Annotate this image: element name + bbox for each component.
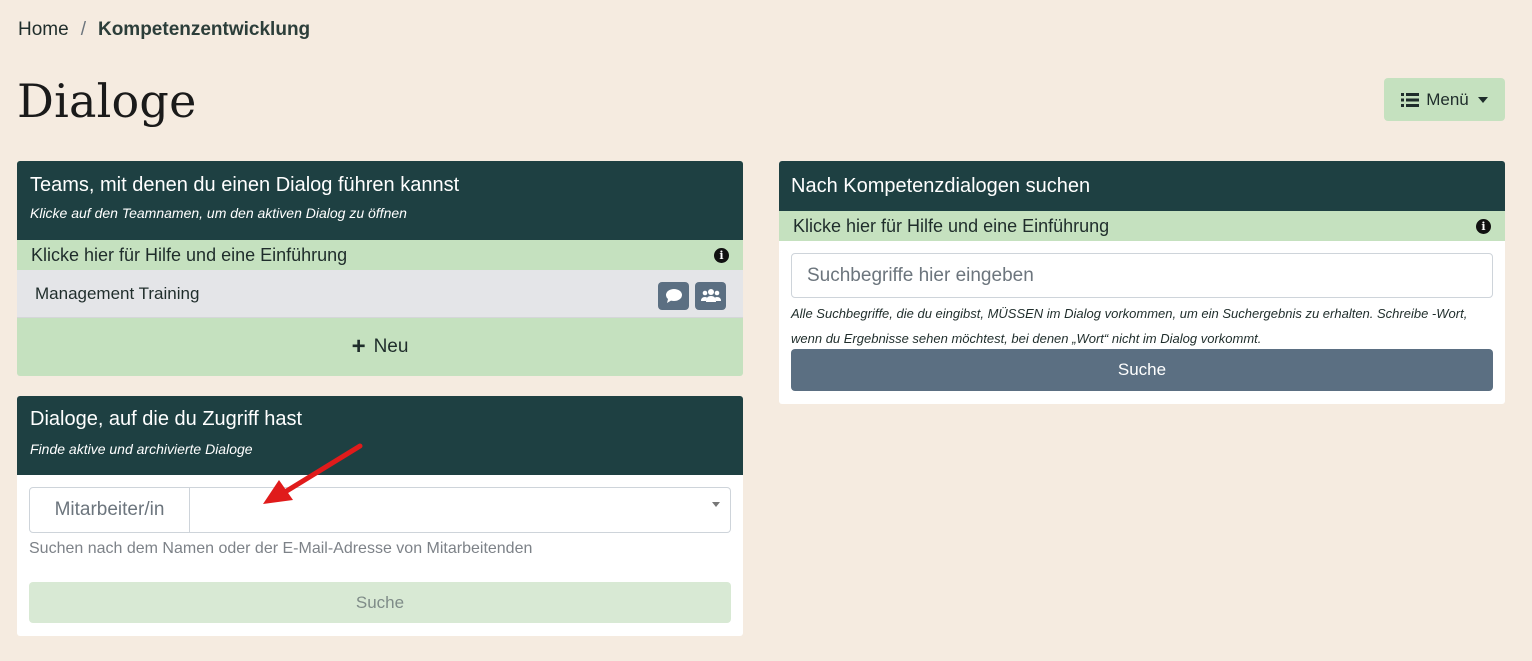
employee-select[interactable] [190,487,731,533]
new-button-label: Neu [373,335,409,357]
access-card: Dialoge, auf die du Zugriff hast Finde a… [17,396,743,636]
access-card-subtitle: Finde aktive und archivierte Dialoge [30,441,253,457]
team-members-button[interactable] [695,281,726,310]
plus-icon: + [351,332,366,360]
list-icon [1401,92,1420,107]
info-icon: i [714,247,729,263]
teams-card-subtitle: Klicke auf den Teamnamen, um den aktiven… [30,205,407,221]
teams-card-header: Teams, mit denen du einen Dialog führen … [17,161,743,240]
page-title: Dialoge [17,74,197,128]
search-button[interactable]: Suche [791,349,1493,391]
chevron-down-icon [712,502,720,507]
team-actions [658,281,726,310]
teams-help-label: Klicke hier für Hilfe und eine Einführun… [31,244,348,265]
chat-icon [665,288,682,303]
employee-input-group: Mitarbeiter/in [29,487,731,533]
search-note: Alle Suchbegriffe, die du eingibst, MÜSS… [791,306,1468,346]
team-row: Management Training [17,270,743,318]
team-icon [700,288,721,302]
page: Home / Kompetenzentwicklung Dialoge Menü… [0,0,1532,661]
breadcrumb-separator: / [80,19,86,40]
caret-down-icon [1477,96,1488,103]
new-team-dialog-button[interactable]: + Neu [17,318,743,375]
employee-search-button[interactable]: Suche [29,582,731,623]
access-card-header: Dialoge, auf die du Zugriff hast Finde a… [17,396,743,475]
teams-card: Teams, mit denen du einen Dialog führen … [17,161,743,376]
open-dialog-button[interactable] [658,281,689,310]
teams-help-toggle[interactable]: Klicke hier für Hilfe und eine Einführun… [17,240,743,270]
breadcrumb: Home / Kompetenzentwicklung [18,19,310,41]
breadcrumb-current: Kompetenzentwicklung [97,19,311,40]
menu-button[interactable]: Menü [1384,78,1505,121]
search-card: Nach Kompetenzdialogen suchen Klicke hie… [779,161,1505,404]
teams-card-title: Teams, mit denen du einen Dialog führen … [30,174,460,196]
employee-help-text: Suchen nach dem Namen oder der E-Mail-Ad… [29,540,533,557]
info-icon: i [1476,218,1491,234]
breadcrumb-home-link[interactable]: Home [18,19,69,41]
access-card-title: Dialoge, auf die du Zugriff hast [30,408,303,430]
search-input[interactable] [791,253,1493,298]
search-help-label: Klicke hier für Hilfe und eine Einführun… [793,215,1110,236]
search-card-title: Nach Kompetenzdialogen suchen [791,174,1091,197]
menu-button-label: Menü [1426,89,1469,109]
search-card-header: Nach Kompetenzdialogen suchen [779,161,1505,211]
team-name-link[interactable]: Management Training [35,284,199,304]
search-help-toggle[interactable]: Klicke hier für Hilfe und eine Einführun… [779,211,1505,241]
employee-label: Mitarbeiter/in [29,487,190,533]
